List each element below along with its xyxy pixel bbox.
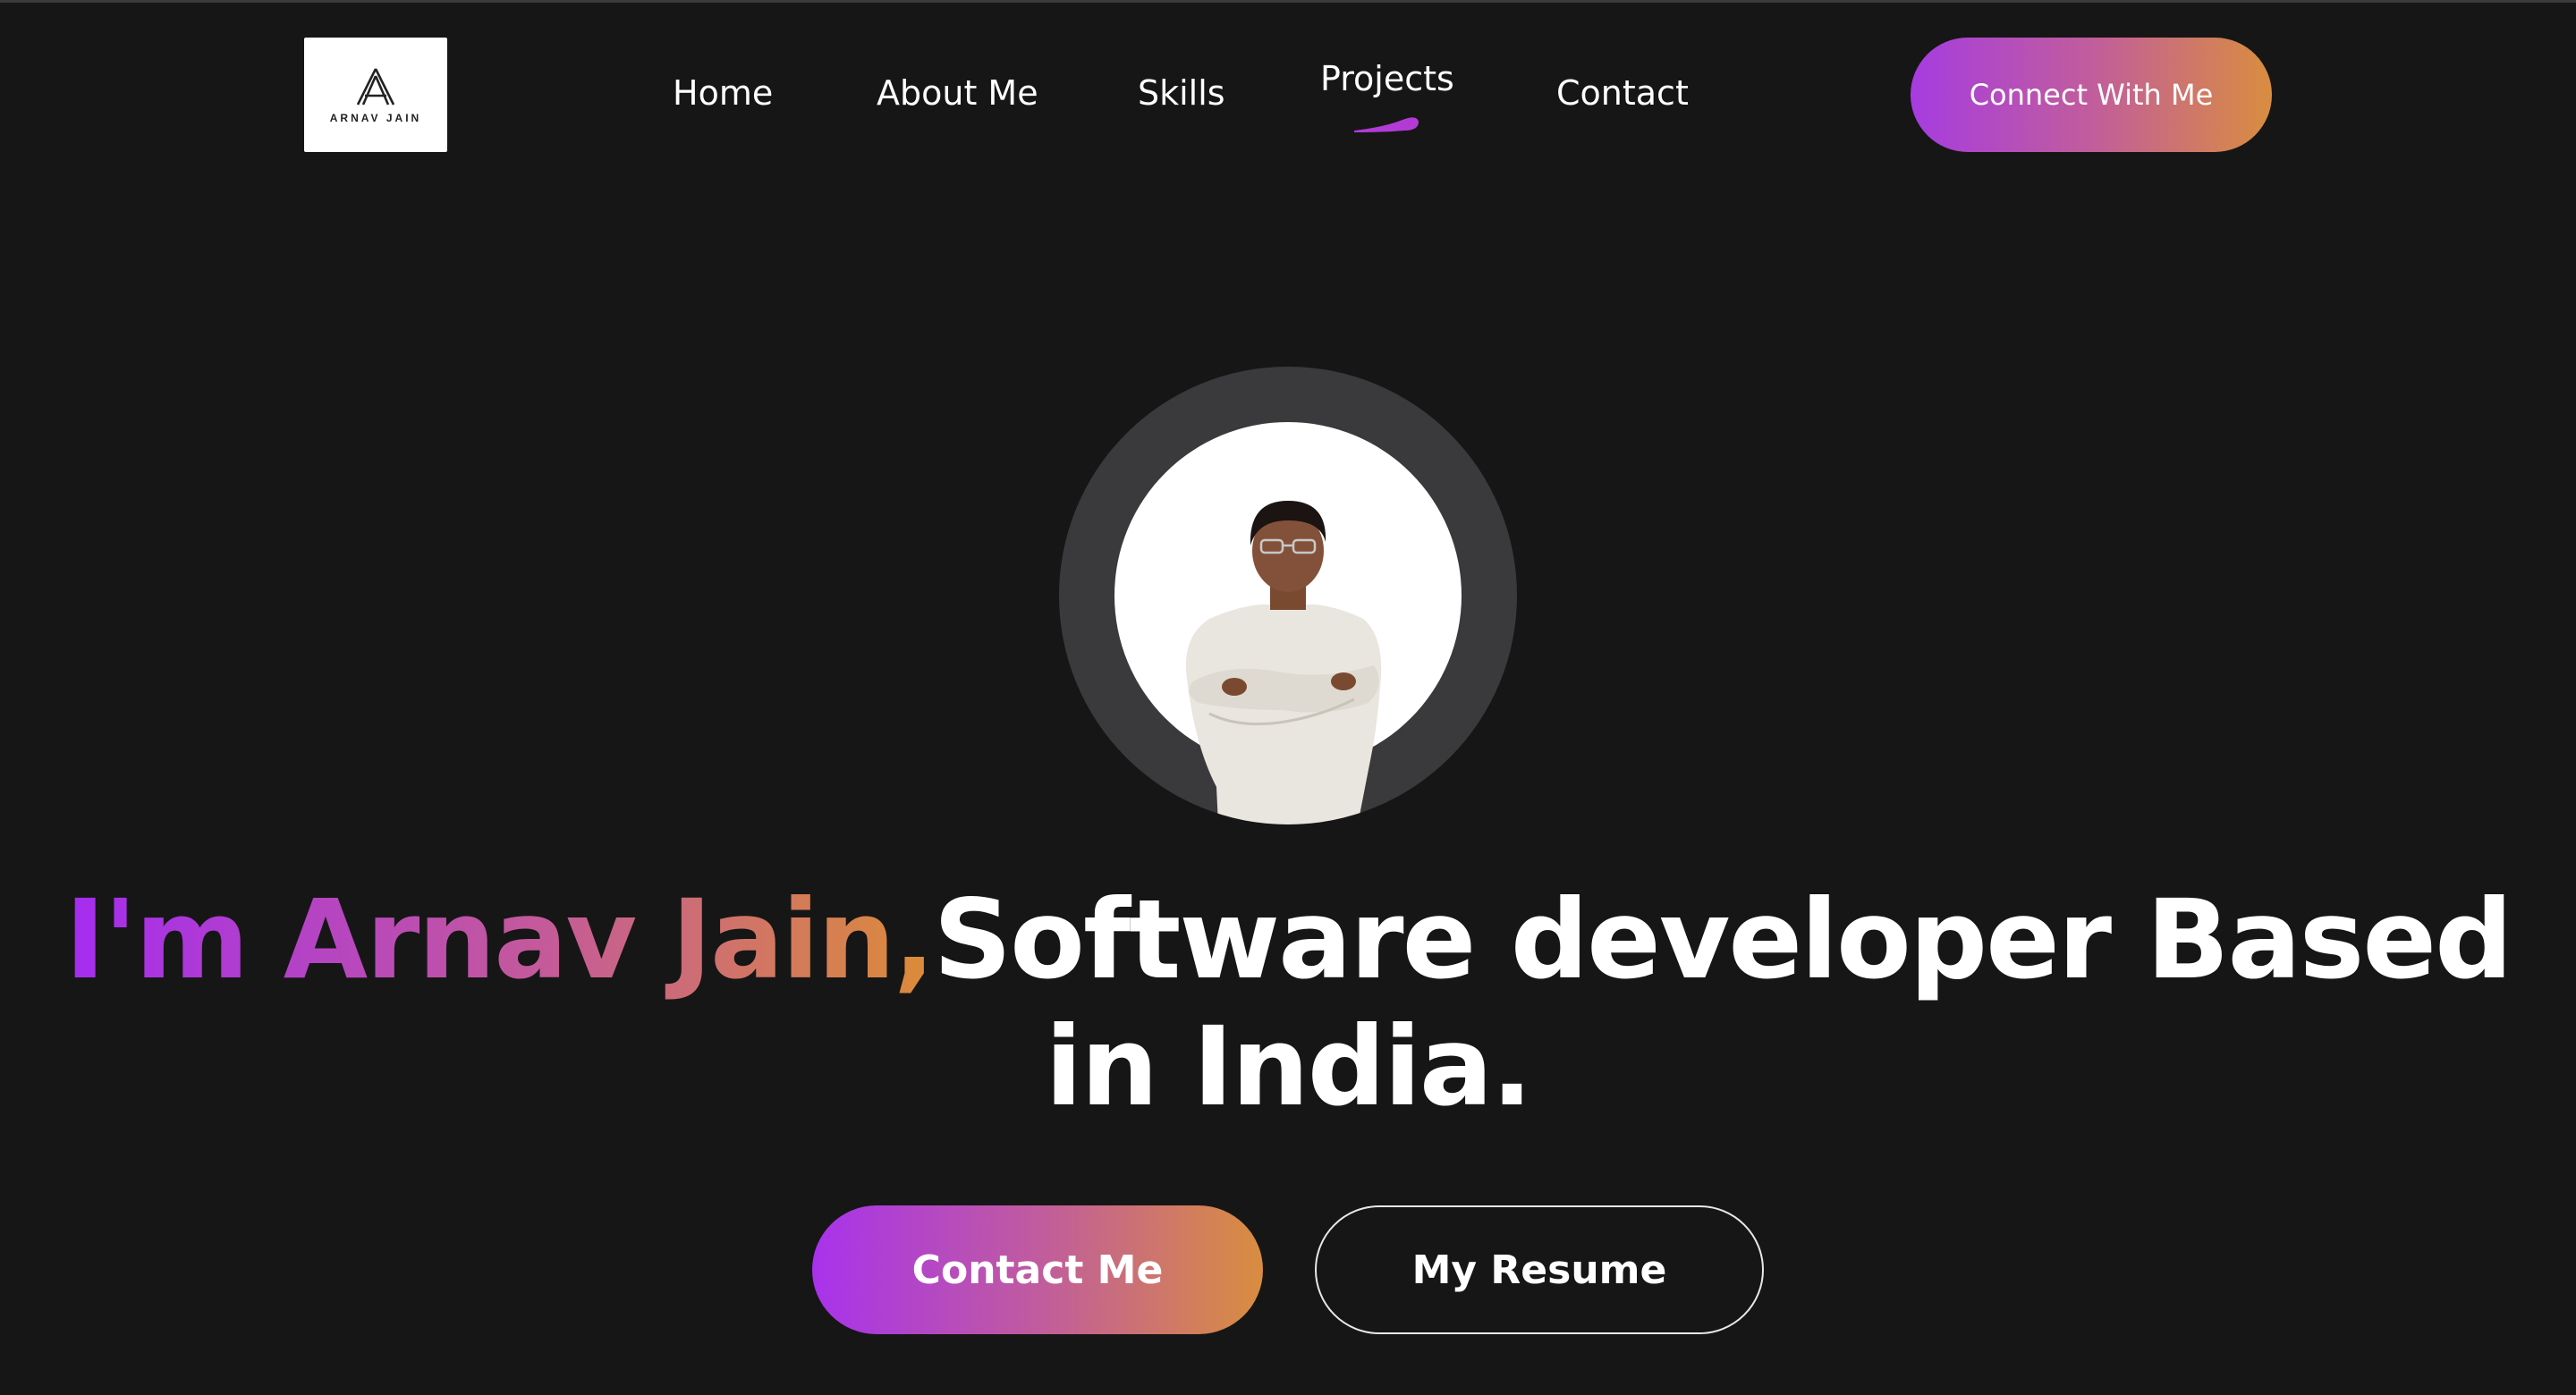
headline-rest: Software developer Based in India. [933,876,2512,1130]
nav-about-me[interactable]: About Me [877,73,1038,113]
active-indicator-icon [1354,117,1419,132]
headline-name: I'm Arnav Jain, [64,876,935,1003]
window-top-border [0,0,2576,3]
nav-home[interactable]: Home [673,73,773,113]
nav-projects[interactable]: Projects [1320,59,1454,98]
contact-me-button[interactable]: Contact Me [812,1205,1263,1334]
hero-headline: I'm Arnav Jain,Software developer Based … [0,876,2576,1130]
my-resume-button[interactable]: My Resume [1315,1205,1764,1334]
logo-a-icon [356,68,395,106]
avatar [1059,367,1517,824]
logo-text: ARNAV JAIN [329,112,422,124]
connect-with-me-button[interactable]: Connect With Me [1911,38,2272,152]
nav-skills[interactable]: Skills [1138,73,1225,113]
nav-contact[interactable]: Contact [1556,73,1689,113]
person-portrait-icon [1185,501,1382,824]
site-logo[interactable]: ARNAV JAIN [304,38,447,152]
